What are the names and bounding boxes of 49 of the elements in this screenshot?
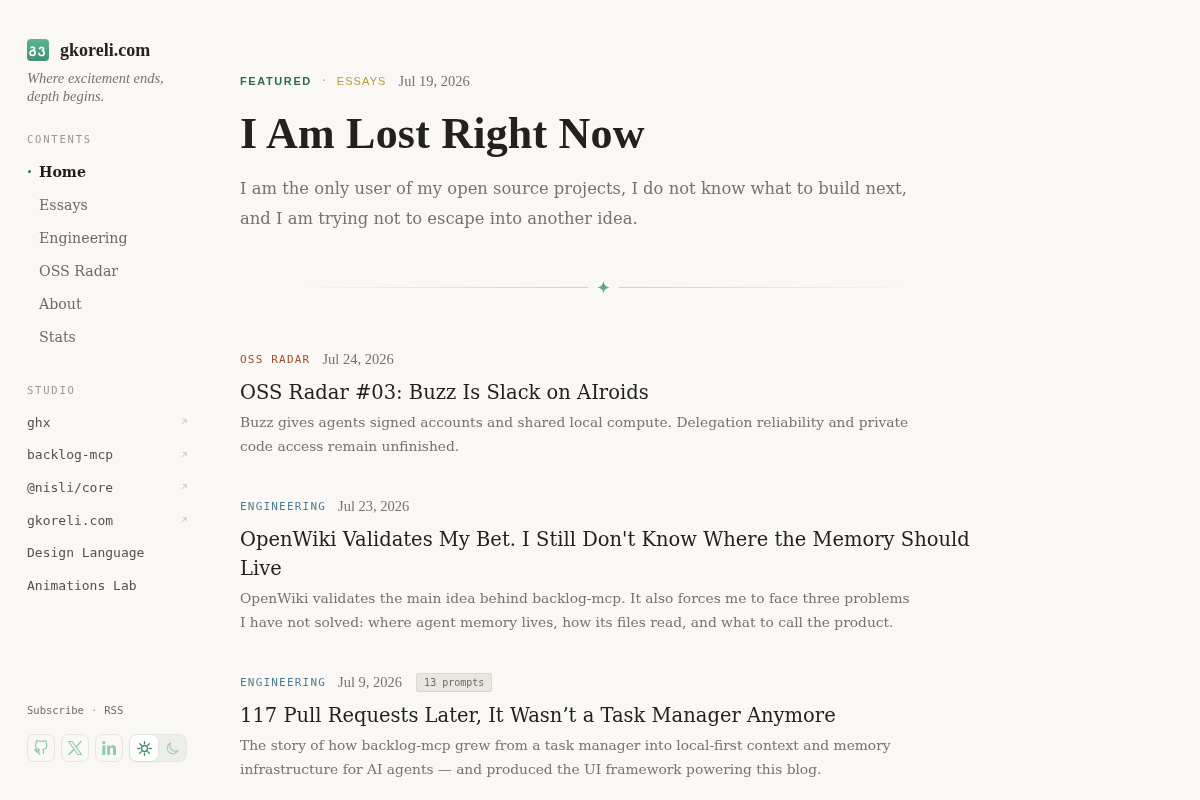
nav-item[interactable]: Engineering (27, 221, 128, 254)
post-excerpt: The story of how backlog-mcp grew from a task manager into local-first context and memory infrastructure for AI agents — and produced the UI framework powering this blog. (240, 736, 892, 779)
x-logo-icon (67, 740, 83, 756)
post-excerpt: OpenWiki validates the main idea behind backlog-mcp. It also forces me to face three problems I have not solved: where agent memory lives, how its files read, and what to call the product. (240, 589, 911, 632)
bullet-dot-icon (28, 170, 31, 173)
studio-link[interactable]: backlog-mcp (27, 447, 114, 463)
separator-dot: · (90, 704, 98, 716)
social-button[interactable] (95, 734, 123, 762)
section-heading: CONTENTS (27, 133, 92, 145)
nav-item[interactable]: About (27, 287, 82, 320)
featured-summary: I am the only user of my open source projects, I do not know what to build next, and I am trying not to escape into another idea. (240, 178, 908, 230)
nav-item[interactable]: Stats (27, 320, 76, 353)
linkedin-icon (101, 740, 117, 756)
post-title[interactable]: OpenWiki Validates My Bet. I Still Don't Know Where the Memory Should Live (240, 525, 985, 583)
featured-title[interactable]: I Am Lost Right Now (240, 108, 645, 160)
subscribe-link[interactable]: Subscribe (27, 704, 84, 716)
studio-link[interactable]: @nisli/core (27, 480, 114, 495)
category-link[interactable]: OSS RADAR (240, 352, 311, 366)
post-excerpt: Buzz gives agents signed accounts and shared local compute. Delegation reliability and private code access remain unfinished. (240, 413, 910, 456)
post-date: Jul 9, 2026 (338, 673, 403, 691)
post-date: Jul 24, 2026 (322, 350, 394, 368)
section-heading: STUDIO (27, 384, 76, 396)
moon-icon (164, 740, 180, 756)
post-title[interactable]: 117 Pull Requests Later, It Wasn’t a Task Manager Anymore (240, 701, 985, 730)
nav-item[interactable]: Home (27, 155, 86, 188)
studio-link[interactable]: Design Language (27, 545, 145, 561)
logo-icon (27, 39, 49, 61)
social-button[interactable] (27, 734, 55, 762)
sparkle-icon (597, 281, 610, 294)
tagline: Where excitement ends, depth begins. (27, 69, 165, 105)
social-button[interactable] (61, 734, 89, 762)
separator-dot: · (321, 74, 326, 88)
prompt-count-tag: 13 prompts (416, 672, 493, 692)
post-date: Jul 19, 2026 (398, 72, 470, 90)
category-link[interactable]: ENGINEERING (240, 675, 327, 689)
github-icon (33, 740, 49, 756)
rss-link[interactable]: RSS (104, 704, 124, 716)
nav-item[interactable]: Essays (27, 188, 88, 221)
studio-link[interactable]: ghx (27, 414, 51, 430)
category-link[interactable]: ENGINEERING (240, 499, 327, 513)
studio-link[interactable]: gkoreli.com (27, 512, 114, 528)
nav-item[interactable]: OSS Radar (27, 254, 119, 287)
post-date: Jul 23, 2026 (338, 497, 410, 515)
featured-label: FEATURED (240, 75, 312, 87)
site-name[interactable]: gkoreli.com (60, 39, 151, 61)
post-title[interactable]: OSS Radar #03: Buzz Is Slack on AIroids (240, 378, 985, 407)
theme-button[interactable] (130, 735, 158, 761)
studio-link[interactable]: Animations Lab (27, 577, 137, 593)
sun-icon (136, 740, 152, 756)
